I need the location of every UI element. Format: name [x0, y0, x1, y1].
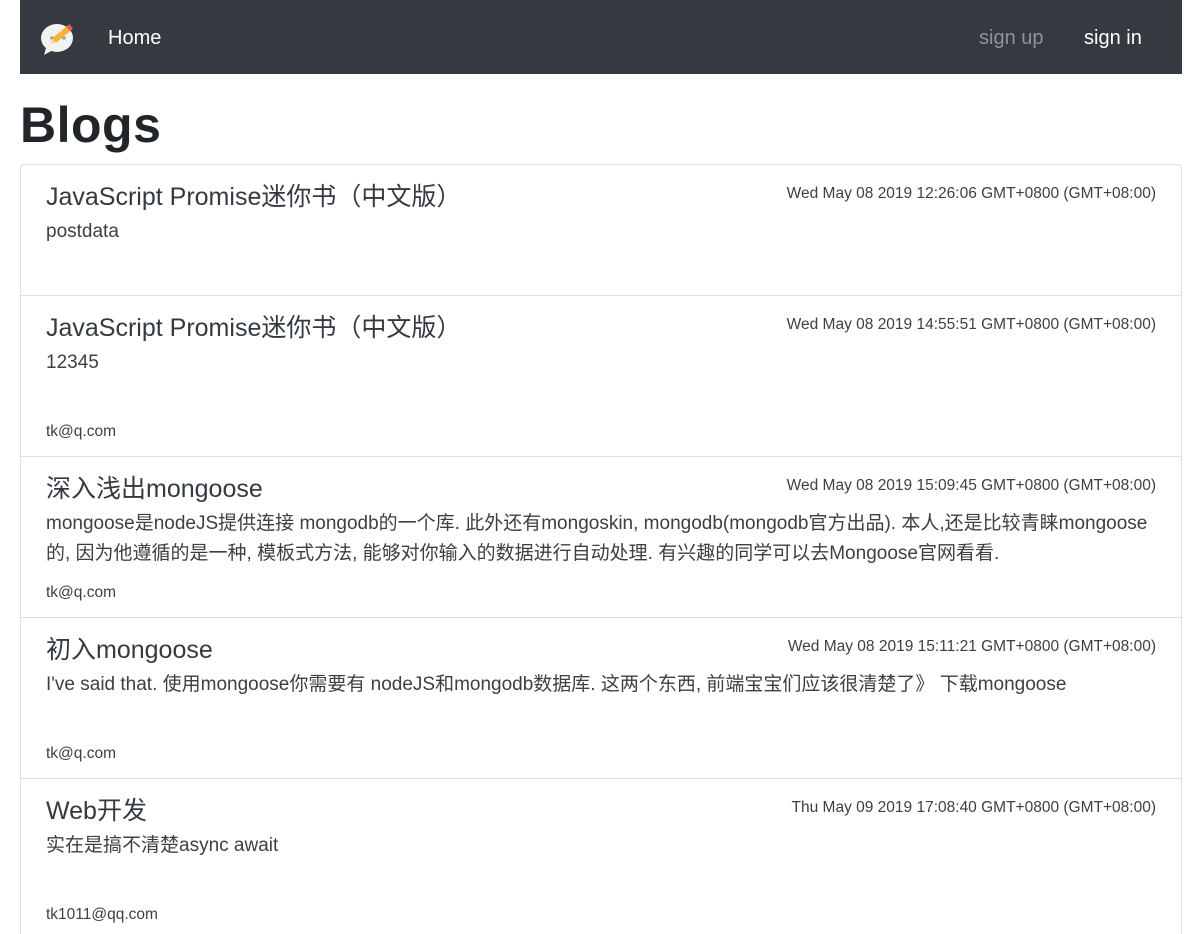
blog-date: Wed May 08 2019 15:11:21 GMT+0800 (GMT+0… — [787, 638, 1156, 655]
blog-excerpt: mongoose是nodeJS提供连接 mongodb的一个库. 此外还有mon… — [46, 513, 1148, 564]
blog-list-item[interactable]: Web开发 Thu May 09 2019 17:08:40 GMT+0800 … — [21, 779, 1181, 934]
blog-date: Wed May 08 2019 14:55:51 GMT+0800 (GMT+0… — [786, 316, 1156, 333]
nav-sign-up-link[interactable]: sign up — [979, 25, 1044, 51]
blog-excerpt: postdata — [46, 221, 119, 242]
blog-author: tk@q.com — [46, 423, 116, 440]
top-navbar: Home sign up sign in — [20, 0, 1182, 74]
blog-excerpt: 12345 — [46, 352, 99, 373]
blog-title[interactable]: 初入mongoose — [46, 634, 213, 666]
blog-excerpt: I've said that. 使用mongoose你需要有 nodeJS和mo… — [46, 674, 1067, 695]
blog-title[interactable]: JavaScript Promise迷你书（中文版） — [46, 312, 461, 344]
blog-list-item[interactable]: JavaScript Promise迷你书（中文版） Wed May 08 20… — [21, 165, 1181, 296]
blog-date: Thu May 09 2019 17:08:40 GMT+0800 (GMT+0… — [791, 799, 1156, 816]
blog-list-item[interactable]: 深入浅出mongoose Wed May 08 2019 15:09:45 GM… — [21, 457, 1181, 618]
page-title: Blogs — [20, 97, 162, 153]
chat-bubble-pencil-logo-icon[interactable] — [40, 18, 78, 56]
nav-home-link[interactable]: Home — [108, 25, 161, 51]
blog-list-item[interactable]: JavaScript Promise迷你书（中文版） Wed May 08 20… — [21, 296, 1181, 457]
blog-date: Wed May 08 2019 12:26:06 GMT+0800 (GMT+0… — [786, 185, 1156, 202]
blog-list: JavaScript Promise迷你书（中文版） Wed May 08 20… — [20, 164, 1182, 934]
blog-date: Wed May 08 2019 15:09:45 GMT+0800 (GMT+0… — [786, 477, 1156, 494]
blog-title[interactable]: 深入浅出mongoose — [46, 473, 263, 505]
blog-title[interactable]: Web开发 — [46, 795, 147, 827]
blog-excerpt: 实在是搞不清楚async await — [46, 835, 279, 856]
blog-title[interactable]: JavaScript Promise迷你书（中文版） — [46, 181, 461, 213]
blog-author: tk@q.com — [46, 745, 116, 762]
blog-author: tk@q.com — [46, 584, 116, 601]
nav-sign-in-link[interactable]: sign in — [1084, 25, 1142, 51]
blog-author: tk1011@qq.com — [46, 906, 158, 923]
blog-list-item[interactable]: 初入mongoose Wed May 08 2019 15:11:21 GMT+… — [21, 618, 1181, 779]
